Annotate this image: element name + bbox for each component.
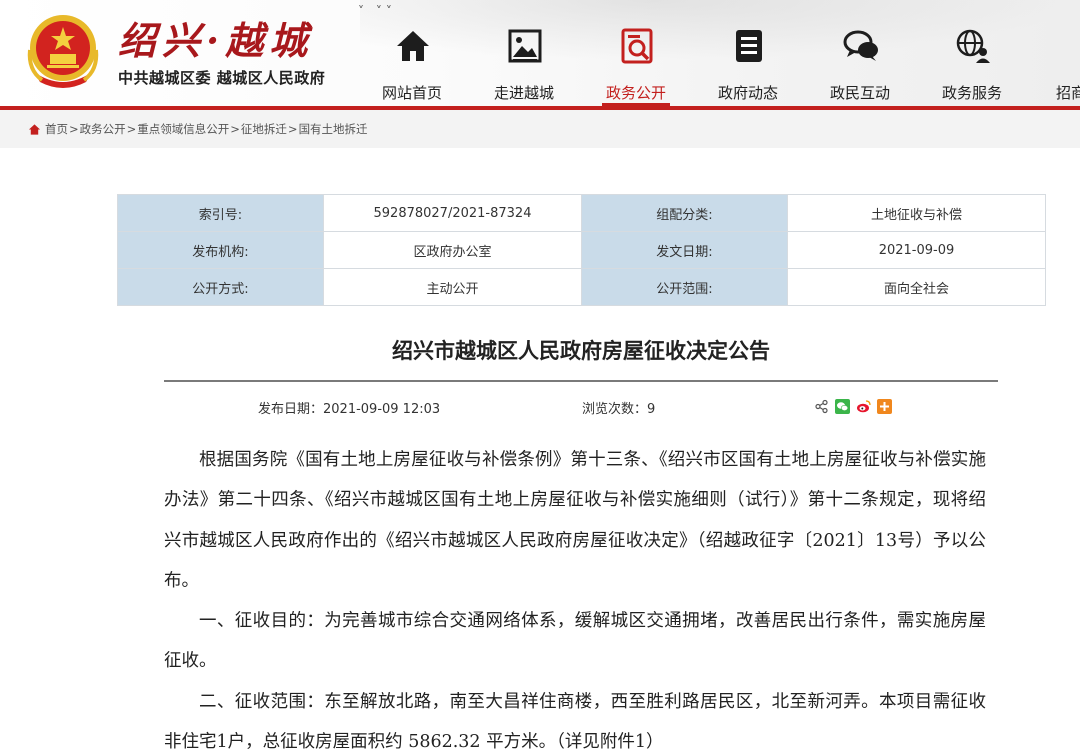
document-info-table: 索引号: 592878027/2021-87324 组配分类: 土地征收与补偿 … <box>117 194 1046 306</box>
table-row: 公开方式: 主动公开 公开范围: 面向全社会 <box>117 268 1046 306</box>
nav-item-home[interactable]: 网站首页 <box>356 0 468 106</box>
weibo-icon[interactable] <box>856 399 871 414</box>
info-value: 面向全社会 <box>787 268 1046 306</box>
info-value: 土地征收与补偿 <box>787 194 1046 232</box>
article-paragraph: 根据国务院《国有土地上房屋征收与补偿条例》第十三条、《绍兴市区国有土地上房屋征收… <box>164 450 986 591</box>
breadcrumb: 首页 > 政务公开 > 重点领域信息公开 > 征地拆迁 > 国有土地拆迁 <box>28 121 368 137</box>
chat-icon <box>843 30 878 61</box>
home-icon <box>397 31 429 61</box>
article-paragraph: 二、征收范围：东至解放北路，南至大昌祥住商楼，西至胜利路居民区，北至新河弄。本项… <box>164 691 986 751</box>
partial-icon <box>1065 26 1080 66</box>
table-row: 索引号: 592878027/2021-87324 组配分类: 土地征收与补偿 <box>117 194 1046 232</box>
nav-label: 走进越城 <box>493 84 554 102</box>
article-title: 绍兴市越城区人民政府房屋征收决定公告 <box>392 339 770 363</box>
breadcrumb-link-home[interactable]: 首页 <box>45 121 68 137</box>
logo-subtitle: 中共越城区委 越城区人民政府 <box>118 69 326 87</box>
info-label: 索引号: <box>117 194 324 232</box>
site-header: 绍兴·越城 中共越城区委 越城区人民政府 ˅ ˅˅ 网站首页 走进越城 政务公开… <box>0 0 1080 106</box>
breadcrumb-link-land[interactable]: 征地拆迁 <box>241 121 287 137</box>
more-share-icon[interactable] <box>877 399 892 414</box>
nav-item-services[interactable]: 政务服务 <box>916 0 1028 106</box>
info-label: 发布机构: <box>117 231 324 269</box>
info-label: 组配分类: <box>581 194 788 232</box>
picture-icon <box>508 29 542 63</box>
view-count: 浏览次数：9 <box>582 402 656 417</box>
nav-label: 网站首页 <box>381 84 442 102</box>
nav-label: 政民互动 <box>829 84 890 102</box>
search-doc-icon <box>621 28 653 64</box>
info-value: 592878027/2021-87324 <box>323 194 582 232</box>
table-row: 发布机构: 区政府办公室 发文日期: 2021-09-09 <box>117 231 1046 269</box>
article-body: 根据国务院《国有土地上房屋征收与补偿条例》第十三条、《绍兴市区国有土地上房屋征收… <box>164 440 986 751</box>
nav-item-invest[interactable]: 招商 <box>1028 0 1080 106</box>
document-icon <box>736 30 762 62</box>
nav-label: 招商 <box>1056 84 1080 102</box>
breadcrumb-link-state-land[interactable]: 国有土地拆迁 <box>299 121 368 137</box>
nav-label: 政府动态 <box>717 84 778 102</box>
article-paragraph: 一、征收目的：为完善城市综合交通网络体系，缓解城区交通拥堵，改善居民出行条件，需… <box>164 611 986 672</box>
home-small-icon <box>28 123 41 135</box>
main-nav: 网站首页 走进越城 政务公开 政府动态 政民互动 政务服务 招商 <box>356 0 1080 106</box>
breadcrumb-bar: 首页 > 政务公开 > 重点领域信息公开 > 征地拆迁 > 国有土地拆迁 <box>0 110 1080 148</box>
publish-date: 发布日期：2021-09-09 12:03 <box>258 402 441 417</box>
breadcrumb-link-key-areas[interactable]: 重点领域信息公开 <box>137 121 229 137</box>
info-value: 主动公开 <box>323 268 582 306</box>
info-value: 区政府办公室 <box>323 231 582 269</box>
wechat-icon[interactable] <box>835 399 850 414</box>
globe-user-icon <box>956 29 990 63</box>
info-label: 公开范围: <box>581 268 788 306</box>
share-icon[interactable] <box>814 399 829 414</box>
nav-item-interaction[interactable]: 政民互动 <box>804 0 916 106</box>
nav-label: 政务公开 <box>605 84 666 102</box>
info-label: 公开方式: <box>117 268 324 306</box>
nav-item-gov-news[interactable]: 政府动态 <box>692 0 804 106</box>
nav-item-gov-open[interactable]: 政务公开 <box>580 0 692 106</box>
nav-label: 政务服务 <box>941 84 1002 102</box>
title-divider <box>164 380 998 382</box>
logo-title: 绍兴·越城 <box>118 18 314 63</box>
nav-item-about[interactable]: 走进越城 <box>468 0 580 106</box>
breadcrumb-link-gov-open[interactable]: 政务公开 <box>80 121 126 137</box>
info-value: 2021-09-09 <box>787 231 1046 269</box>
national-emblem-icon <box>27 15 99 88</box>
share-bar <box>814 399 892 414</box>
info-label: 发文日期: <box>581 231 788 269</box>
